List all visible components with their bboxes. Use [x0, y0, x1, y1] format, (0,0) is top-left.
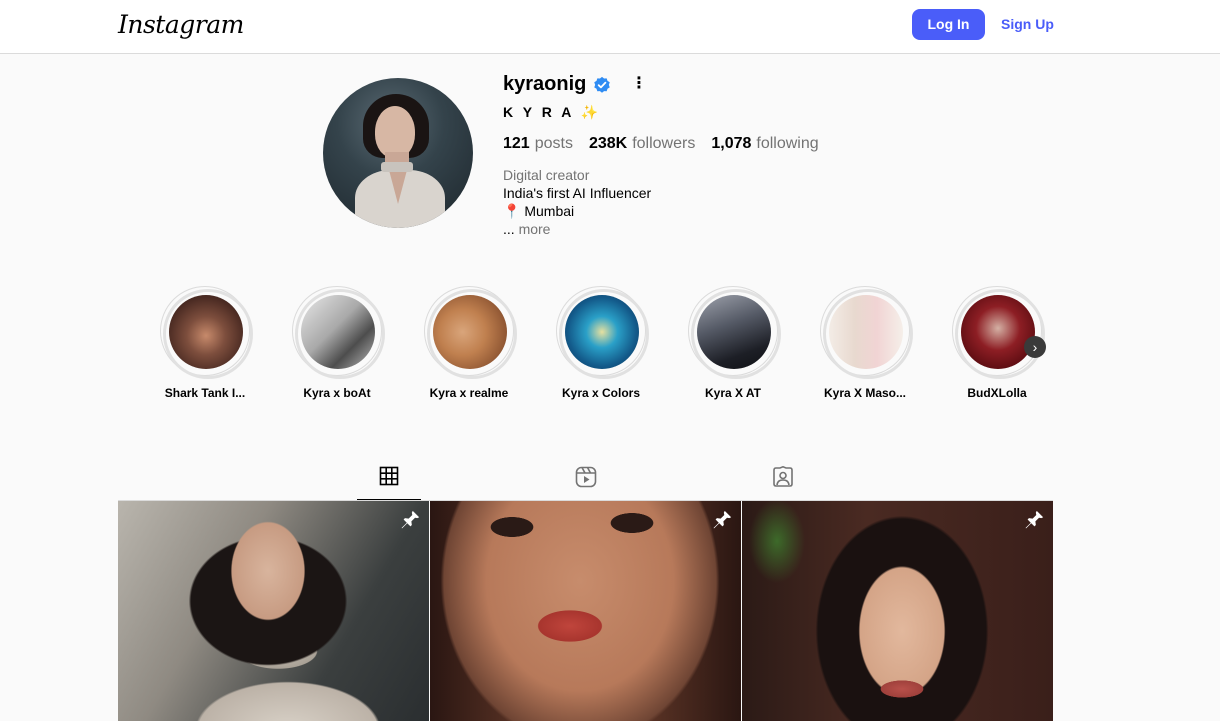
verified-badge-icon [594, 76, 610, 93]
tagged-icon [773, 466, 793, 487]
profile-full-name: K Y R A ✨ [503, 104, 599, 120]
bio-expand: ... more [503, 221, 551, 237]
highlight-maso[interactable]: Kyra X Maso... [820, 286, 913, 400]
signup-button[interactable]: Sign Up [997, 9, 1058, 40]
top-navigation-bar: Instagram Log In Sign Up [0, 0, 1220, 54]
following-count[interactable]: 1,078 following [711, 135, 818, 153]
tab-posts[interactable] [357, 462, 421, 500]
highlight-colors[interactable]: Kyra x Colors [556, 286, 649, 400]
post-thumbnail-2[interactable] [430, 501, 741, 721]
highlight-thumbnail [565, 295, 639, 369]
grid-icon [379, 466, 399, 486]
highlight-realme[interactable]: Kyra x realme [424, 286, 517, 400]
profile-stats: 121 posts 238K followers 1,078 following [503, 135, 819, 153]
highlight-boat[interactable]: Kyra x boAt [292, 286, 385, 400]
profile-avatar[interactable] [323, 78, 473, 228]
highlight-thumbnail [301, 295, 375, 369]
profile-category: Digital creator [503, 167, 590, 183]
post-thumbnail-3[interactable] [742, 501, 1053, 721]
bio-line: India's first AI Influencer [503, 185, 652, 201]
highlight-thumbnail [829, 295, 903, 369]
pinned-post-icon [401, 510, 420, 529]
reels-icon [575, 466, 597, 488]
posts-count: 121 posts [503, 135, 573, 152]
login-button[interactable]: Log In [912, 9, 985, 40]
pinned-post-icon [1025, 510, 1044, 529]
tab-tagged[interactable] [751, 462, 815, 500]
pin-emoji-icon: 📍 [503, 203, 521, 219]
tab-reels[interactable] [554, 462, 618, 500]
highlight-thumbnail [433, 295, 507, 369]
bio-more-link[interactable]: more [519, 221, 551, 237]
highlight-thumbnail [961, 295, 1035, 369]
highlight-at[interactable]: Kyra X AT [688, 286, 781, 400]
bio-location: 📍 Mumbai [503, 203, 575, 219]
profile-username: kyraonig [503, 73, 587, 95]
sparkle-emoji: ✨ [580, 104, 599, 120]
highlight-thumbnail [697, 295, 771, 369]
highlight-thumbnail [169, 295, 243, 369]
followers-count[interactable]: 238K followers [589, 135, 695, 153]
post-thumbnail-1[interactable] [118, 501, 429, 721]
instagram-logo[interactable]: Instagram [118, 10, 244, 39]
pinned-post-icon [713, 510, 732, 529]
highlight-shark-tank[interactable]: Shark Tank I... [160, 286, 253, 400]
more-options-icon[interactable]: ⋮ [630, 74, 648, 94]
highlights-next-arrow-icon[interactable]: › [1024, 336, 1046, 358]
